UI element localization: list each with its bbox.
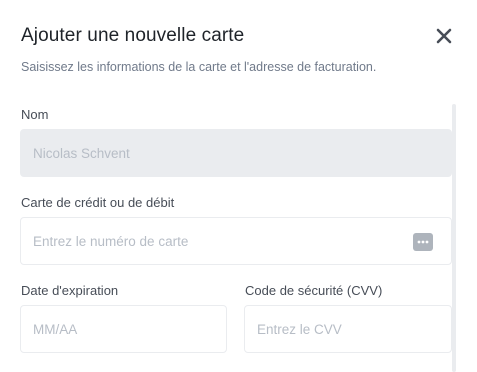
card-number-field[interactable] [20,217,452,265]
name-input [21,130,451,176]
cvv-label: Code de sécurité (CVV) [245,283,383,298]
name-label: Nom [21,107,49,122]
name-field [20,129,452,177]
cvv-field[interactable] [244,305,452,353]
close-button[interactable] [432,24,456,48]
add-card-dialog: Ajouter une nouvelle carte Saisissez les… [0,0,477,372]
expiry-label: Date d'expiration [21,283,119,298]
card-number-input[interactable] [21,218,451,264]
scrollbar[interactable] [452,104,456,372]
expiry-input[interactable] [21,306,226,352]
card-number-label: Carte de crédit ou de débit [21,195,175,210]
close-icon [436,28,452,44]
dialog-subtitle: Saisissez les informations de la carte e… [21,60,377,74]
card-icon [413,232,433,252]
expiry-field[interactable] [20,305,227,353]
cvv-input[interactable] [245,306,451,352]
dialog-title: Ajouter une nouvelle carte [21,25,245,46]
